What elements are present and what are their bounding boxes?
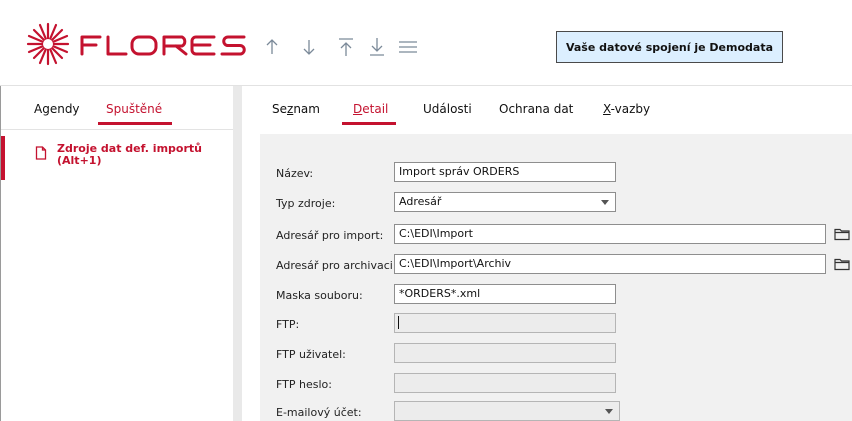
panel-splitter[interactable] [233,86,242,421]
adresar-import-field[interactable]: C:\EDI\Import [394,224,826,244]
tab-x-vazby-mnemonic: X [603,102,611,116]
ftp-heslo-field[interactable] [394,373,616,393]
ftp-heslo-label: FTP heslo: [276,378,332,391]
arrow-down-icon[interactable] [295,32,322,62]
ftp-user-label: FTP uživatel: [276,348,346,361]
left-panel: Agendy Spuštěné Zdroje dat def. importů … [0,86,234,421]
email-ucet-select[interactable] [394,401,620,421]
active-tab-indicator [98,122,172,125]
typ-zdroje-label: Typ zdroje: [276,197,336,210]
adresar-archiv-label: Adresář pro archivaci: [276,259,397,272]
chevron-down-icon[interactable] [605,409,613,414]
left-tabs: Agendy Spuštěné [1,86,234,130]
ftp-label: FTP: [276,318,300,331]
running-item-import-sources[interactable]: Zdroje dat def. importů (Alt+1) [1,136,234,180]
menu-icon[interactable] [394,32,421,62]
connection-info: Vaše datové spojení je Demodata [556,31,783,63]
chevron-down-icon[interactable] [601,200,609,205]
adresar-import-label: Adresář pro import: [276,229,384,242]
flores-logo [26,22,246,66]
ftp-user-field[interactable] [394,343,616,363]
email-ucet-label: E-mailový účet: [276,406,362,419]
running-item-label: Zdroje dat def. importů (Alt+1) [57,142,202,167]
text-caret [398,316,399,329]
adresar-archiv-field[interactable]: C:\EDI\Import\Archiv [394,254,826,274]
move-to-bottom-icon[interactable] [363,32,390,62]
tab-udalosti[interactable]: Události [423,102,472,116]
active-tab-indicator [342,122,396,125]
tab-spustene[interactable]: Spuštěné [106,102,162,116]
typ-zdroje-select[interactable]: Adresář [394,192,616,212]
maska-field[interactable]: *ORDERS*.xml [394,284,616,304]
tab-ochrana-dat[interactable]: Ochrana dat [499,102,573,116]
folder-icon[interactable] [834,227,850,241]
tab-seznam-mnemonic: z [287,102,294,116]
top-bar: Vaše datové spojení je Demodata [0,0,852,86]
tab-detail[interactable]: Detail [353,102,388,116]
nazev-label: Název: [276,167,314,180]
tab-seznam[interactable]: Seznam [272,102,320,116]
document-icon [35,146,47,160]
move-to-top-icon[interactable] [332,32,359,62]
arrow-up-icon[interactable] [258,32,285,62]
ftp-field[interactable] [394,313,616,333]
nazev-field[interactable]: Import správ ORDERS [394,162,616,182]
tab-x-vazby[interactable]: X-vazby [603,102,650,116]
tab-agendy[interactable]: Agendy [34,102,80,116]
maska-label: Maska souboru: [276,289,363,302]
tab-detail-mnemonic: D [353,102,363,116]
folder-icon[interactable] [834,257,850,271]
toolbar [258,32,421,62]
